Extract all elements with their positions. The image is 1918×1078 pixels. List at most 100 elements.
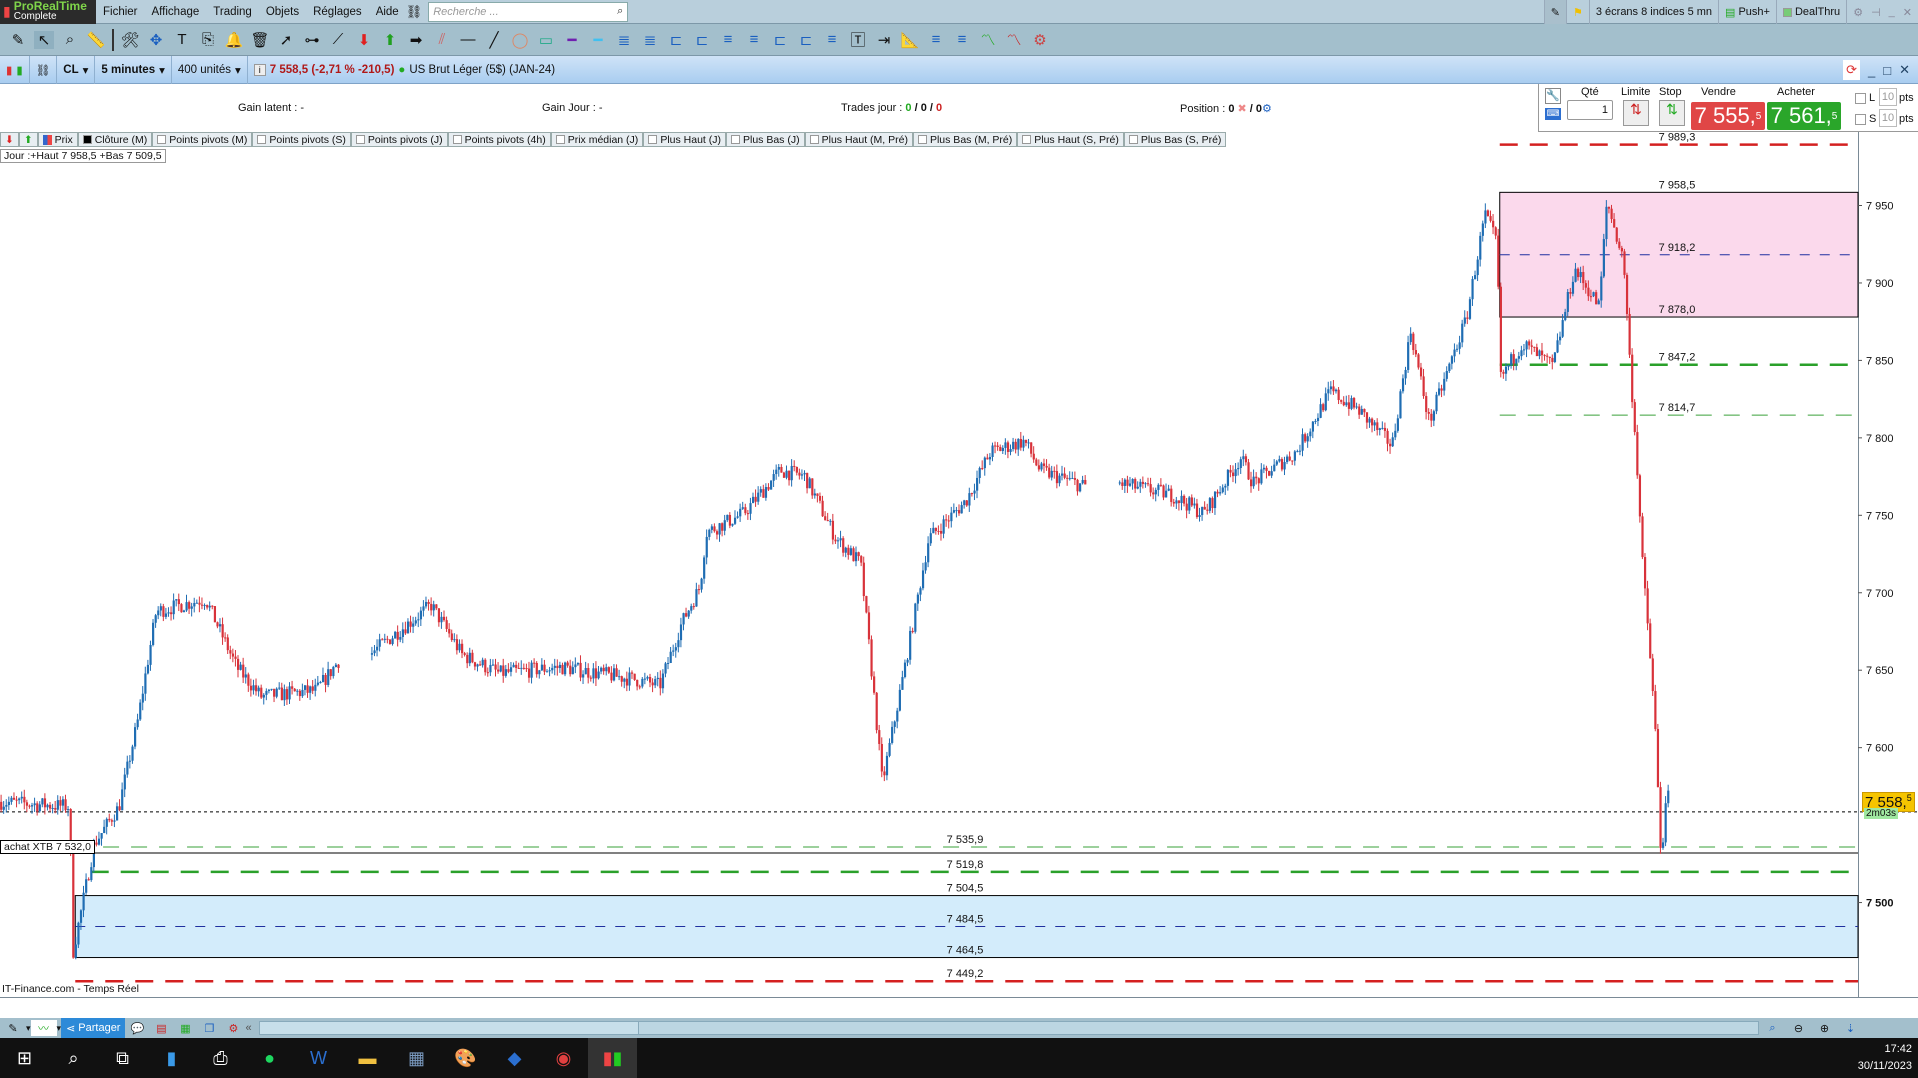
chrome-icon[interactable]: ◉ [539, 1038, 588, 1078]
short-pts-input[interactable]: 10 [1879, 109, 1897, 127]
indicator-cloture[interactable]: Clôture (M) [77, 132, 153, 147]
ellipse-icon[interactable]: ◯ [510, 31, 530, 49]
menu-reglages[interactable]: Réglages [306, 6, 369, 18]
tools-icon[interactable]: 🛠 [120, 31, 140, 49]
down-arrow-icon[interactable]: ⬇ [354, 31, 374, 49]
copy-icon[interactable]: ⎘ [198, 31, 218, 48]
scroll-end-icon[interactable]: ⇣ [1837, 1022, 1863, 1035]
workspace-label[interactable]: 3 écrans 8 indices 5 mn [1588, 0, 1718, 24]
up-arrow-icon[interactable]: ⬆ [380, 31, 400, 49]
buy-button[interactable]: 7 561, 5 [1767, 102, 1841, 130]
task-view-icon[interactable]: ⧉ [98, 1038, 147, 1078]
close-icon[interactable]: ✕ [1899, 62, 1910, 78]
menu-aide[interactable]: Aide [369, 6, 406, 18]
long-pts-input[interactable]: 10 [1879, 88, 1897, 106]
zoom-fit-icon[interactable]: ⌕ [1759, 1022, 1785, 1035]
zoom-icon[interactable]: ⌕ [60, 31, 80, 48]
add-indicator-button[interactable]: ⬆ [18, 132, 38, 147]
short-checkbox[interactable] [1855, 114, 1866, 125]
trash-icon[interactable]: 🗑 [250, 31, 270, 49]
right-arrow-icon[interactable]: ➡ [406, 31, 426, 49]
scrollbar-thumb[interactable] [638, 1022, 1759, 1034]
menu-objets[interactable]: Objets [259, 6, 306, 18]
arrow-icon[interactable]: ➚ [276, 31, 296, 49]
spotify-icon[interactable]: ● [245, 1038, 294, 1078]
indicator-item[interactable]: Points pivots (M) [152, 132, 253, 147]
indicator-item[interactable]: Plus Bas (M, Pré) [912, 132, 1018, 147]
indicator-item[interactable]: Plus Haut (J) [643, 132, 726, 147]
move-icon[interactable]: ✥ [146, 31, 166, 49]
app-icon[interactable]: ▮ [147, 1038, 196, 1078]
box-tool3-icon[interactable]: ⊏ [770, 31, 790, 49]
level-tool3-icon[interactable]: ≡ [822, 31, 842, 48]
minimize-icon[interactable]: _ [1889, 6, 1895, 18]
fibonacci-fan-icon[interactable]: ≣ [640, 31, 660, 49]
level-tool2-icon[interactable]: ≡ [744, 31, 764, 48]
prorealtime-taskbar-icon[interactable]: ▮ ▮ [588, 1038, 637, 1078]
horizontal-scrollbar[interactable] [259, 1021, 1760, 1035]
remove-indicator-button[interactable]: ⬇ [0, 132, 19, 147]
zoom-out-icon[interactable]: ⊖ [1785, 1022, 1811, 1035]
dealthru-button[interactable]: DealThru [1775, 0, 1846, 24]
text-box-icon[interactable]: 🅃 [848, 29, 868, 50]
indicator-item[interactable]: Plus Haut (M, Pré) [804, 132, 913, 147]
list-icon[interactable]: ▤ [149, 1022, 173, 1035]
maximize-icon[interactable]: □ [1883, 63, 1891, 78]
indicator-item[interactable]: Plus Haut (S, Pré) [1017, 132, 1124, 147]
segment-icon[interactable]: ⊶ [302, 31, 322, 49]
level-tool5-icon[interactable]: ≡ [952, 31, 972, 48]
indicator-item[interactable]: Points pivots (J) [350, 132, 448, 147]
alert-bell-icon[interactable]: 🔔 [224, 31, 244, 49]
search-icon[interactable]: ⌕ [49, 1038, 98, 1078]
cyan-line-icon[interactable]: ━ [588, 31, 608, 49]
purple-line-icon[interactable]: ━ [562, 31, 582, 49]
info-icon[interactable]: i [253, 63, 266, 76]
indicators-icon[interactable]: 〰 [30, 1020, 57, 1036]
printer-icon[interactable]: ⎙ [196, 1038, 245, 1078]
share-button[interactable]: ⋖ Partager [61, 1018, 126, 1038]
channel-icon[interactable]: ⫽ [432, 31, 452, 48]
level-tool4-icon[interactable]: ≡ [926, 31, 946, 48]
symbol-dropdown[interactable]: CL ▾ [57, 55, 96, 84]
dev-app-icon[interactable]: ◆ [490, 1038, 539, 1078]
drawing-mode-button[interactable]: ✎ [1543, 0, 1566, 24]
box-tool-icon[interactable]: ⊏ [666, 31, 686, 49]
refresh-icon[interactable]: ⟳ [1843, 60, 1860, 80]
paint-icon[interactable]: 🎨 [441, 1038, 490, 1078]
rectangle-icon[interactable]: ▭ [536, 31, 556, 49]
level-tool-icon[interactable]: ≡ [718, 31, 738, 48]
indicator-item[interactable]: Points pivots (S) [252, 132, 351, 147]
indicator-item[interactable]: Plus Bas (S, Pré) [1123, 132, 1227, 147]
stop-order-button[interactable]: ⇅ [1659, 100, 1685, 126]
keyboard-icon[interactable]: ⌨ [1545, 108, 1561, 120]
link-icon[interactable]: ⛓ [406, 4, 423, 20]
box-tool2-icon[interactable]: ⊏ [692, 31, 712, 49]
timeframe-dropdown[interactable]: 5 minutes ▾ [95, 55, 172, 84]
units-dropdown[interactable]: 400 unités ▾ [172, 55, 248, 84]
pointer-icon[interactable]: ↖ [34, 30, 54, 49]
wrench-icon[interactable]: 🔧 [1545, 88, 1561, 104]
indicator-prix[interactable]: Prix [37, 132, 78, 147]
menu-fichier[interactable]: Fichier [96, 6, 145, 18]
polyline-icon[interactable]: ⟋ [328, 31, 348, 48]
comment-icon[interactable]: 💬 [125, 1022, 149, 1035]
box-tool4-icon[interactable]: ⊏ [796, 31, 816, 49]
search-icon[interactable]: ⌕ [617, 5, 623, 18]
table-icon[interactable]: ▦ [173, 1022, 197, 1035]
limit-order-button[interactable]: ⇅ [1623, 100, 1649, 126]
settings-icon[interactable]: ⚙ [1853, 6, 1863, 19]
search-input[interactable]: Recherche ... ⌕ [428, 1, 629, 22]
settings-chart-icon[interactable]: ⚙ [221, 1022, 245, 1035]
close-icon[interactable]: ✕ [1903, 6, 1912, 19]
pencil-icon[interactable]: ✎ [8, 31, 28, 49]
chart-type-button[interactable]: ▮ ▮ [0, 55, 30, 84]
horizontal-line-icon[interactable]: — [458, 31, 478, 48]
position-tag[interactable]: achat XTB 7 532,0 [0, 839, 95, 854]
file-explorer-icon[interactable]: ▬ [343, 1038, 392, 1078]
minimize-icon[interactable]: _ [1868, 63, 1875, 78]
indicator-item[interactable]: Points pivots (4h) [447, 132, 551, 147]
zoom-in-icon[interactable]: ⊕ [1811, 1022, 1837, 1035]
word-icon[interactable]: W [294, 1038, 343, 1078]
fibonacci-icon[interactable]: ≣ [614, 31, 634, 49]
close-position-icon[interactable]: ✖ [1238, 103, 1247, 115]
